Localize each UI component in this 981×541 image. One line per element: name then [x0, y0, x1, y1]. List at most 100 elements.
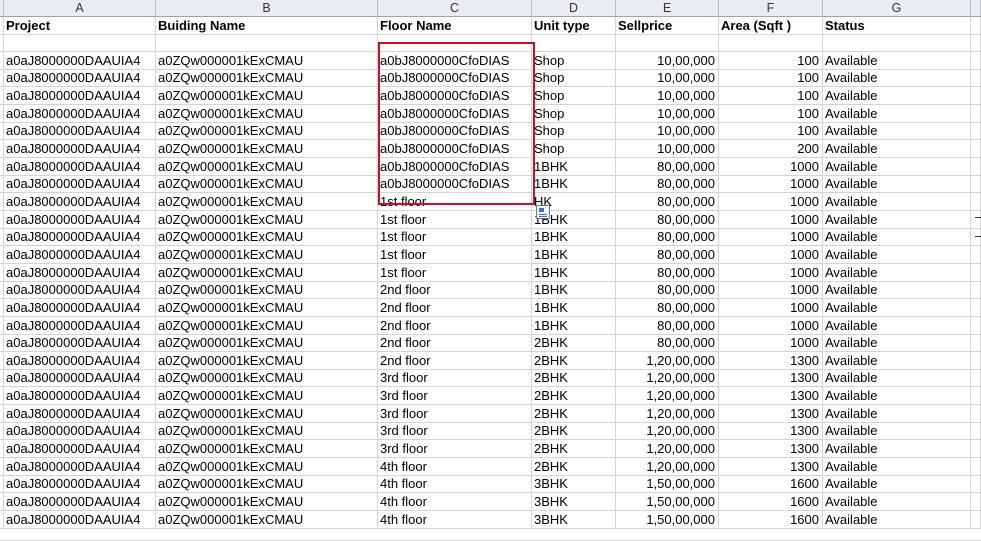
table-cell[interactable]: 1BHK — [532, 175, 616, 194]
table-cell[interactable]: Available — [823, 475, 971, 494]
table-cell[interactable]: 2BHK — [532, 352, 616, 370]
table-cell[interactable]: 80,00,000 — [616, 263, 719, 282]
table-cell[interactable]: Available — [823, 299, 971, 317]
table-cell[interactable]: 4th floor — [378, 493, 532, 512]
table-cell[interactable]: 2BHK — [532, 334, 616, 353]
table-cell[interactable]: 80,00,000 — [616, 210, 719, 229]
table-cell[interactable]: a0ZQw000001kExCMAU — [156, 299, 378, 317]
table-cell[interactable]: Available — [823, 369, 971, 388]
table-cell[interactable]: 3rd floor — [378, 369, 532, 388]
table-cell[interactable]: 2nd floor — [378, 281, 532, 300]
table-cell[interactable]: a0bJ8000000CfoDIAS — [378, 87, 532, 105]
table-cell[interactable]: a0aJ8000000DAAUIA4 — [4, 334, 156, 353]
table-cell[interactable]: 1000 — [719, 281, 823, 300]
table-cell[interactable]: a0aJ8000000DAAUIA4 — [4, 475, 156, 494]
table-cell[interactable]: 2BHK — [532, 422, 616, 441]
table-cell[interactable]: Available — [823, 316, 971, 335]
header-cell[interactable]: Buiding Name — [156, 17, 378, 35]
table-cell[interactable]: 1000 — [719, 193, 823, 211]
table-cell[interactable]: 1000 — [719, 316, 823, 335]
table-cell[interactable]: Available — [823, 422, 971, 441]
table-cell[interactable]: a0aJ8000000DAAUIA4 — [4, 246, 156, 264]
header-cell[interactable]: Sellprice — [616, 17, 719, 35]
table-cell[interactable]: 10,00,000 — [616, 140, 719, 158]
table-cell[interactable]: 1000 — [719, 246, 823, 264]
table-cell[interactable]: 4th floor — [378, 475, 532, 494]
table-cell[interactable]: 100 — [719, 122, 823, 141]
column-header-a[interactable]: A — [4, 0, 156, 17]
table-cell[interactable]: a0aJ8000000DAAUIA4 — [4, 87, 156, 105]
table-cell[interactable]: Available — [823, 87, 971, 105]
table-cell[interactable]: a0aJ8000000DAAUIA4 — [4, 458, 156, 476]
table-cell[interactable]: a0aJ8000000DAAUIA4 — [4, 405, 156, 423]
empty-cell[interactable] — [823, 35, 971, 52]
table-cell[interactable]: 10,00,000 — [616, 104, 719, 123]
table-cell[interactable]: a0aJ8000000DAAUIA4 — [4, 228, 156, 247]
table-cell[interactable]: a0ZQw000001kExCMAU — [156, 122, 378, 141]
table-cell[interactable]: a0ZQw000001kExCMAU — [156, 140, 378, 158]
table-cell[interactable]: Shop — [532, 52, 616, 70]
table-cell[interactable]: 100 — [719, 87, 823, 105]
table-cell[interactable]: a0ZQw000001kExCMAU — [156, 316, 378, 335]
table-cell[interactable]: a0aJ8000000DAAUIA4 — [4, 69, 156, 88]
table-cell[interactable]: 1,20,00,000 — [616, 422, 719, 441]
table-cell[interactable]: 2BHK — [532, 458, 616, 476]
table-cell[interactable]: 1,50,00,000 — [616, 511, 719, 529]
table-cell[interactable]: a0ZQw000001kExCMAU — [156, 52, 378, 70]
table-cell[interactable]: Available — [823, 387, 971, 406]
table-cell[interactable]: 3rd floor — [378, 422, 532, 441]
table-cell[interactable]: 1300 — [719, 352, 823, 370]
table-cell[interactable]: a0ZQw000001kExCMAU — [156, 246, 378, 264]
table-cell[interactable]: a0bJ8000000CfoDIAS — [378, 140, 532, 158]
table-cell[interactable]: a0aJ8000000DAAUIA4 — [4, 422, 156, 441]
table-cell[interactable]: 80,00,000 — [616, 157, 719, 176]
table-cell[interactable]: 1,20,00,000 — [616, 405, 719, 423]
table-cell[interactable]: 1BHK — [532, 157, 616, 176]
table-cell[interactable]: 80,00,000 — [616, 316, 719, 335]
table-cell[interactable]: 1st floor — [378, 210, 532, 229]
table-cell[interactable]: a0bJ8000000CfoDIAS — [378, 104, 532, 123]
table-cell[interactable]: Available — [823, 228, 971, 247]
table-cell[interactable]: 2BHK — [532, 369, 616, 388]
table-cell[interactable]: a0bJ8000000CfoDIAS — [378, 157, 532, 176]
table-cell[interactable]: Available — [823, 69, 971, 88]
table-cell[interactable]: 2nd floor — [378, 316, 532, 335]
table-cell[interactable]: a0ZQw000001kExCMAU — [156, 281, 378, 300]
table-cell[interactable]: a0bJ8000000CfoDIAS — [378, 175, 532, 194]
table-cell[interactable]: Available — [823, 352, 971, 370]
header-cell[interactable]: Floor Name — [378, 17, 532, 35]
table-cell[interactable]: Available — [823, 210, 971, 229]
table-cell[interactable]: Available — [823, 263, 971, 282]
table-cell[interactable]: 2BHK — [532, 387, 616, 406]
table-cell[interactable]: 80,00,000 — [616, 334, 719, 353]
table-cell[interactable]: a0ZQw000001kExCMAU — [156, 175, 378, 194]
header-cell[interactable]: Unit type — [532, 17, 616, 35]
table-cell[interactable]: Available — [823, 511, 971, 529]
table-cell[interactable]: 1300 — [719, 387, 823, 406]
table-cell[interactable]: 1300 — [719, 369, 823, 388]
table-cell[interactable]: a0aJ8000000DAAUIA4 — [4, 263, 156, 282]
column-header-g[interactable]: G — [823, 0, 971, 17]
table-cell[interactable]: a0ZQw000001kExCMAU — [156, 511, 378, 529]
table-cell[interactable]: a0ZQw000001kExCMAU — [156, 157, 378, 176]
table-cell[interactable]: a0ZQw000001kExCMAU — [156, 405, 378, 423]
empty-cell[interactable] — [378, 35, 532, 52]
table-cell[interactable]: 2nd floor — [378, 334, 532, 353]
table-cell[interactable]: 2BHK — [532, 405, 616, 423]
empty-cell[interactable] — [4, 35, 156, 52]
table-cell[interactable]: 10,00,000 — [616, 69, 719, 88]
table-cell[interactable]: 3BHK — [532, 475, 616, 494]
table-cell[interactable]: Shop — [532, 140, 616, 158]
table-cell[interactable]: a0aJ8000000DAAUIA4 — [4, 387, 156, 406]
table-cell[interactable]: 10,00,000 — [616, 52, 719, 70]
table-cell[interactable]: 10,00,000 — [616, 87, 719, 105]
table-cell[interactable]: 1000 — [719, 263, 823, 282]
table-cell[interactable]: a0ZQw000001kExCMAU — [156, 369, 378, 388]
table-cell[interactable]: a0aJ8000000DAAUIA4 — [4, 140, 156, 158]
table-cell[interactable]: 1st floor — [378, 246, 532, 264]
table-cell[interactable]: 80,00,000 — [616, 228, 719, 247]
table-cell[interactable]: a0ZQw000001kExCMAU — [156, 87, 378, 105]
table-cell[interactable]: 1,20,00,000 — [616, 369, 719, 388]
table-cell[interactable]: a0ZQw000001kExCMAU — [156, 334, 378, 353]
table-cell[interactable]: 10,00,000 — [616, 122, 719, 141]
